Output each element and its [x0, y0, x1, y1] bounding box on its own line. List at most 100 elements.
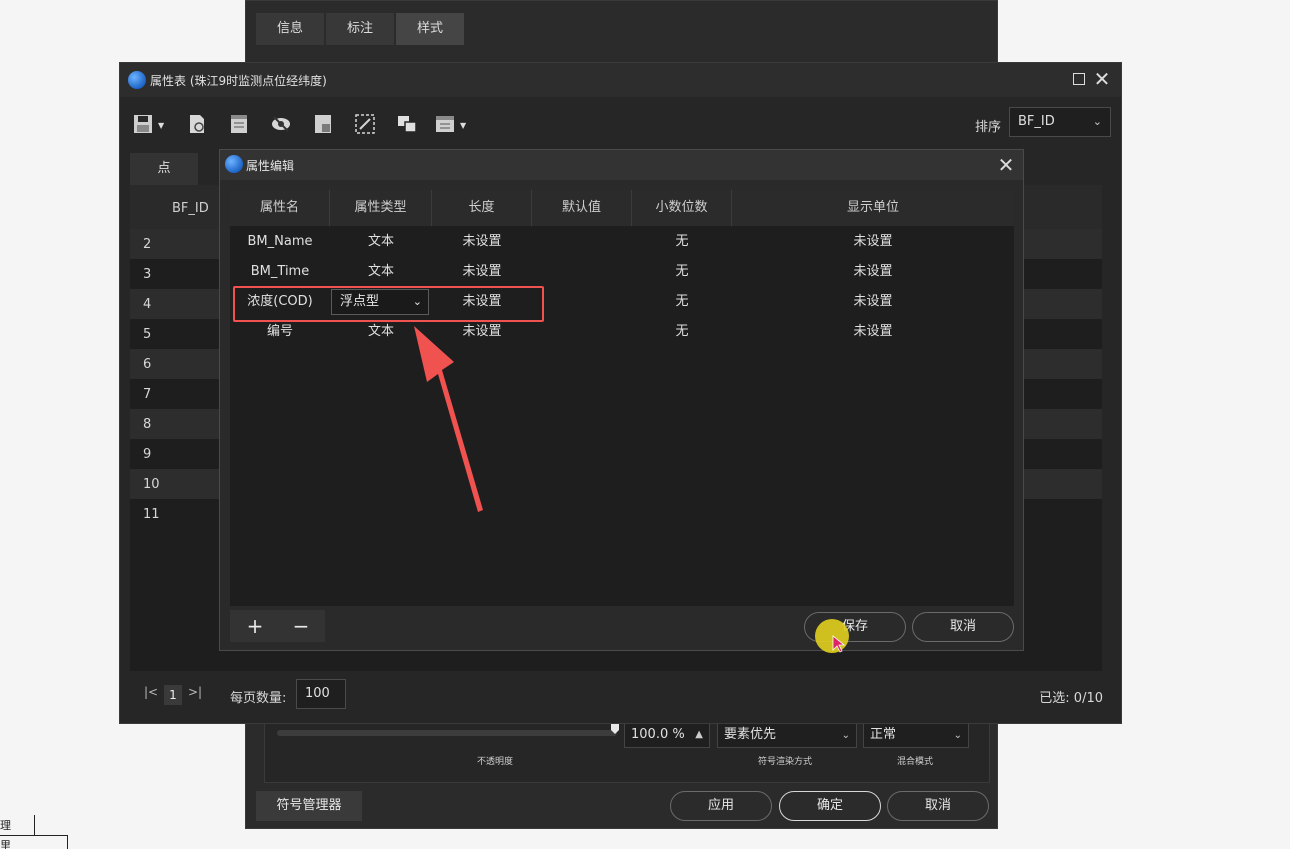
property-table-header: 属性名 属性类型 长度 默认值 小数位数 显示单位 — [230, 190, 1014, 226]
style-tabs: 信息 标注 样式 — [256, 13, 466, 45]
cell-default[interactable] — [532, 257, 632, 287]
mouse-pointer-icon — [832, 635, 846, 653]
row-number[interactable]: 6 — [143, 357, 151, 372]
cell-default[interactable] — [532, 287, 632, 317]
opacity-slider[interactable] — [277, 730, 617, 736]
statistics-icon[interactable] — [312, 113, 334, 135]
cancel-button[interactable]: 取消 — [887, 791, 989, 821]
apply-button[interactable]: 应用 — [670, 791, 772, 821]
cell-unit[interactable]: 未设置 — [732, 227, 1014, 257]
opacity-spinbox[interactable]: 100.0 % ▲ — [624, 722, 710, 748]
property-table: 属性名 属性类型 长度 默认值 小数位数 显示单位 BM_Name 文本 未设置… — [230, 190, 1014, 606]
property-edit-dialog: 属性编辑 ✕ 属性名 属性类型 长度 默认值 小数位数 显示单位 BM_Name… — [219, 149, 1024, 651]
bg-text-2: 里 — [0, 839, 11, 849]
row-number[interactable]: 9 — [143, 447, 151, 462]
field-calc-icon[interactable] — [228, 113, 250, 135]
pager: |< 1 >| 每页数量: 100 已选: 0/10 — [120, 677, 1121, 713]
add-field-button[interactable]: + — [232, 610, 278, 642]
page-size-label: 每页数量: — [230, 691, 287, 706]
row-number[interactable]: 2 — [143, 237, 151, 252]
tab-info[interactable]: 信息 — [256, 13, 324, 45]
column-name[interactable]: 属性名 — [230, 190, 330, 226]
render-mode-select[interactable]: 要素优先 ⌄ — [717, 722, 857, 748]
row-number[interactable]: 4 — [143, 297, 151, 312]
sort-select[interactable]: BF_ID ⌄ — [1009, 107, 1111, 137]
cell-length[interactable]: 未设置 — [432, 257, 532, 287]
cell-decimals[interactable]: 无 — [632, 287, 732, 317]
style-options-panel: 100.0 % ▲ 要素优先 ⌄ 正常 ⌄ 不透明度 符号渲染方式 混合模式 — [264, 717, 990, 783]
row-number[interactable]: 7 — [143, 387, 151, 402]
spin-arrows-icon[interactable]: ▲ — [695, 723, 703, 747]
cell-decimals[interactable]: 无 — [632, 227, 732, 257]
cell-unit[interactable]: 未设置 — [732, 317, 1014, 347]
blend-mode-value: 正常 — [870, 727, 897, 742]
close-icon[interactable]: ✕ — [995, 151, 1017, 179]
dialog-title: 属性编辑 — [246, 159, 295, 173]
render-mode-value: 要素优先 — [724, 727, 777, 742]
column-type[interactable]: 属性类型 — [330, 190, 432, 226]
blend-mode-caption: 混合模式 — [896, 757, 933, 767]
blend-mode-select[interactable]: 正常 ⌄ — [863, 722, 969, 748]
table-row[interactable]: BM_Time 文本 未设置 无 未设置 — [230, 257, 1014, 287]
cell-unit[interactable]: 未设置 — [732, 257, 1014, 287]
render-mode-caption: 符号渲染方式 — [757, 757, 812, 767]
background-drawing: 理 里 — [0, 815, 70, 849]
tab-style[interactable]: 样式 — [396, 13, 464, 45]
column-unit[interactable]: 显示单位 — [732, 190, 1014, 226]
visibility-icon[interactable] — [270, 113, 292, 135]
first-page-button[interactable]: |< — [144, 685, 158, 699]
chevron-down-icon: ⌄ — [1092, 115, 1102, 128]
cancel-button[interactable]: 取消 — [912, 612, 1014, 642]
row-number[interactable]: 8 — [143, 417, 151, 432]
symbol-manager-button[interactable]: 符号管理器 — [256, 791, 362, 821]
sort-label: 排序 — [974, 120, 1001, 135]
cell-decimals[interactable]: 无 — [632, 317, 732, 347]
selection-count: 已选: 0/10 — [1039, 691, 1103, 706]
remove-field-button[interactable]: − — [278, 610, 324, 642]
ok-button[interactable]: 确定 — [779, 791, 881, 821]
tab-label[interactable]: 标注 — [326, 13, 394, 45]
chevron-down-icon: ⌄ — [953, 730, 962, 741]
save-icon[interactable] — [132, 113, 154, 135]
column-bf-id[interactable]: BF_ID — [172, 201, 209, 216]
row-number[interactable]: 10 — [143, 477, 160, 492]
close-icon[interactable]: ✕ — [1091, 66, 1113, 92]
row-number[interactable]: 5 — [143, 327, 151, 342]
cell-type[interactable]: 文本 — [330, 227, 432, 257]
cell-type[interactable]: 文本 — [330, 257, 432, 287]
column-decimals[interactable]: 小数位数 — [632, 190, 732, 226]
column-default[interactable]: 默认值 — [532, 190, 632, 226]
export-icon[interactable] — [186, 113, 208, 135]
bg-text-1: 理 — [0, 819, 11, 832]
cell-unit[interactable]: 未设置 — [732, 287, 1014, 317]
page-size-input[interactable]: 100 — [296, 679, 346, 709]
zoom-to-icon[interactable] — [354, 113, 376, 135]
current-page[interactable]: 1 — [164, 685, 182, 705]
row-number[interactable]: 11 — [143, 507, 160, 522]
maximize-icon[interactable] — [1073, 73, 1085, 85]
opacity-value: 100.0 % — [631, 727, 685, 742]
column-length[interactable]: 长度 — [432, 190, 532, 226]
cell-name[interactable]: BM_Time — [230, 257, 330, 287]
app-logo-icon — [128, 71, 146, 89]
switch-selection-icon[interactable] — [396, 113, 418, 135]
row-number[interactable]: 3 — [143, 267, 151, 282]
cell-default[interactable] — [532, 227, 632, 257]
attribute-table-titlebar: 属性表 (珠江9时监测点位经纬度) ✕ — [120, 63, 1121, 97]
table-options-icon[interactable] — [434, 113, 456, 135]
cell-decimals[interactable]: 无 — [632, 257, 732, 287]
save-dropdown-icon[interactable]: ▼ — [158, 121, 164, 130]
tab-point[interactable]: 点 — [130, 153, 198, 185]
cell-name[interactable]: BM_Name — [230, 227, 330, 257]
opacity-caption: 不透明度 — [476, 757, 513, 767]
sort-value: BF_ID — [1018, 114, 1055, 129]
chevron-down-icon: ⌄ — [841, 730, 850, 741]
table-row[interactable]: BM_Name 文本 未设置 无 未设置 — [230, 227, 1014, 257]
cell-default[interactable] — [532, 317, 632, 347]
window-title: 属性表 (珠江9时监测点位经纬度) — [150, 74, 327, 88]
property-edit-titlebar: 属性编辑 ✕ — [220, 150, 1023, 180]
attribute-toolbar: ▼ ▼ — [120, 103, 1121, 143]
options-dropdown-icon[interactable]: ▼ — [460, 121, 466, 130]
cell-length[interactable]: 未设置 — [432, 227, 532, 257]
last-page-button[interactable]: >| — [188, 685, 202, 699]
